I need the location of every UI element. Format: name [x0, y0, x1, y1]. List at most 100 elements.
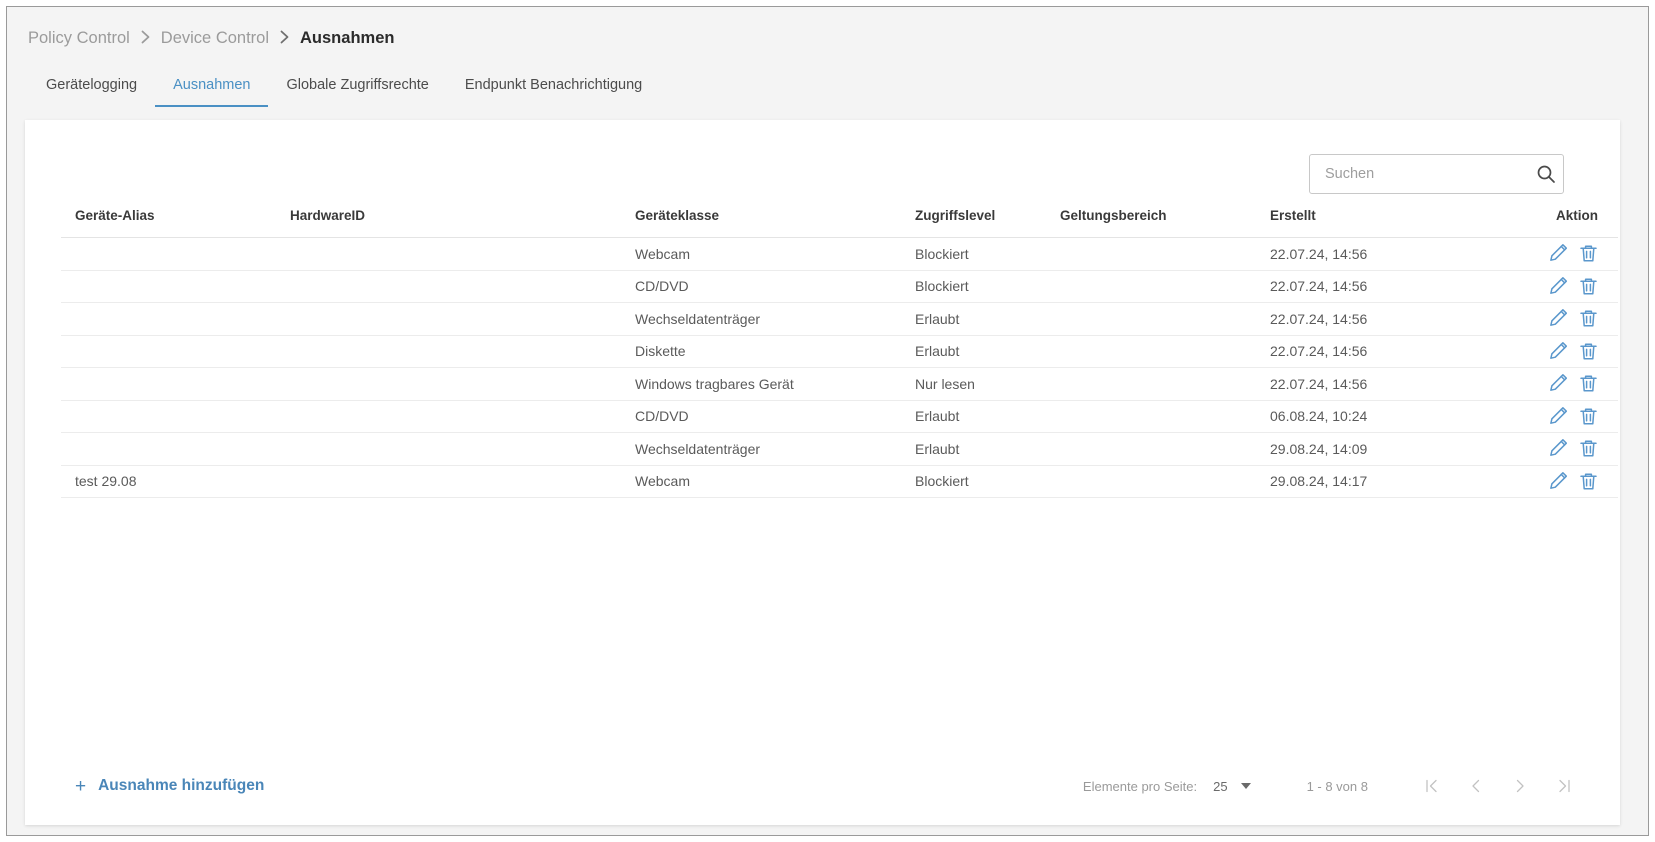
application-window: Policy Control Device Control Ausnahmen … — [6, 6, 1649, 836]
breadcrumb: Policy Control Device Control Ausnahmen — [28, 25, 394, 51]
edit-pencil-icon[interactable] — [1548, 309, 1567, 328]
search-box[interactable] — [1309, 154, 1564, 194]
cell-geltungsbereich — [1060, 400, 1270, 433]
table-row[interactable]: CD/DVD Blockiert 22.07.24, 14:56 — [61, 270, 1618, 303]
row-action-group — [1475, 341, 1598, 361]
delete-trash-icon[interactable] — [1579, 472, 1598, 491]
cell-hardwareid — [290, 237, 635, 271]
tab-ausnahmen[interactable]: Ausnahmen — [155, 69, 269, 107]
delete-trash-icon[interactable] — [1579, 407, 1598, 426]
first-page-icon[interactable] — [1422, 775, 1442, 797]
cell-geraete-alias — [61, 302, 290, 336]
cell-zugriffslevel: Erlaubt — [915, 335, 1060, 368]
cell-geraete-alias — [61, 237, 290, 271]
row-action-group — [1475, 439, 1598, 458]
cell-geraete-alias — [61, 367, 290, 401]
table-body: Webcam Blockiert 22.07.24, 14:56 CD/DVD Bloc… — [61, 237, 1618, 498]
cell-aktion — [1475, 367, 1618, 401]
delete-trash-icon[interactable] — [1579, 374, 1598, 393]
cell-erstellt: 22.07.24, 14:56 — [1270, 237, 1475, 271]
table-row[interactable]: CD/DVD Erlaubt 06.08.24, 10:24 — [61, 400, 1618, 433]
cell-zugriffslevel: Erlaubt — [915, 400, 1060, 433]
previous-page-icon[interactable] — [1466, 775, 1486, 797]
cell-geraete-alias — [61, 270, 290, 303]
cell-zugriffslevel: Nur lesen — [915, 367, 1060, 401]
table-row[interactable]: Windows tragbares Gerät Nur lesen 22.07.24… — [61, 367, 1618, 401]
edit-pencil-icon[interactable] — [1548, 341, 1567, 361]
delete-trash-icon[interactable] — [1579, 277, 1598, 296]
cell-geraeteklasse: CD/DVD — [635, 270, 915, 303]
cell-geraeteklasse: Windows tragbares Gerät — [635, 367, 915, 401]
table-header: Geräte-Alias HardwareID Geräteklasse Zug… — [61, 208, 1618, 238]
cell-zugriffslevel: Blockiert — [915, 237, 1060, 271]
tab-bar: Gerätelogging Ausnahmen Globale Zugriffs… — [28, 69, 660, 113]
add-exception-label: Ausnahme hinzufügen — [98, 777, 265, 794]
cell-geltungsbereich — [1060, 237, 1270, 271]
cell-zugriffslevel: Blockiert — [915, 270, 1060, 303]
cell-geltungsbereich — [1060, 465, 1270, 498]
cell-geraeteklasse: Webcam — [635, 237, 915, 271]
plus-icon: + — [75, 775, 87, 797]
row-action-group — [1475, 309, 1598, 328]
delete-trash-icon[interactable] — [1579, 244, 1598, 263]
cell-erstellt: 29.08.24, 14:09 — [1270, 432, 1475, 466]
tab-geraetelogging[interactable]: Gerätelogging — [28, 69, 155, 107]
column-header-geraeteklasse: Geräteklasse — [635, 208, 915, 238]
cell-geltungsbereich — [1060, 367, 1270, 401]
table-row[interactable]: Wechseldatenträger Erlaubt 29.08.24, 14:09 — [61, 432, 1618, 466]
cell-hardwareid — [290, 270, 635, 303]
next-page-icon[interactable] — [1510, 775, 1530, 797]
cell-aktion — [1475, 400, 1618, 433]
cell-aktion — [1475, 237, 1618, 271]
cell-geraete-alias — [61, 335, 290, 368]
last-page-icon[interactable] — [1554, 775, 1574, 797]
add-exception-button[interactable]: + Ausnahme hinzufügen — [75, 769, 264, 803]
edit-pencil-icon[interactable] — [1548, 406, 1567, 426]
column-header-hardwareid: HardwareID — [290, 208, 635, 238]
chevron-down-icon — [1240, 783, 1251, 789]
cell-aktion — [1475, 465, 1618, 498]
edit-pencil-icon[interactable] — [1548, 276, 1567, 296]
cell-zugriffslevel: Erlaubt — [915, 432, 1060, 466]
cell-hardwareid — [290, 302, 635, 336]
column-header-geltungsbereich: Geltungsbereich — [1060, 208, 1270, 238]
search-input[interactable] — [1310, 166, 1529, 182]
column-header-geraete-alias: Geräte-Alias — [61, 208, 290, 238]
table-row[interactable]: Diskette Erlaubt 22.07.24, 14:56 — [61, 335, 1618, 368]
exceptions-table: Geräte-Alias HardwareID Geräteklasse Zug… — [61, 208, 1618, 498]
edit-pencil-icon[interactable] — [1548, 374, 1567, 393]
items-per-page-select[interactable]: 25 — [1213, 779, 1251, 794]
cell-hardwareid — [290, 400, 635, 433]
items-per-page-label: Elemente pro Seite: — [1082, 778, 1198, 794]
cell-hardwareid — [290, 465, 635, 498]
delete-trash-icon[interactable] — [1579, 342, 1598, 361]
cell-erstellt: 22.07.24, 14:56 — [1270, 270, 1475, 303]
delete-trash-icon[interactable] — [1579, 309, 1598, 328]
cell-erstellt: 22.07.24, 14:56 — [1270, 302, 1475, 336]
edit-pencil-icon[interactable] — [1548, 439, 1567, 458]
cell-zugriffslevel: Blockiert — [915, 465, 1060, 498]
edit-pencil-icon[interactable] — [1548, 471, 1567, 491]
search-icon[interactable] — [1529, 164, 1563, 184]
table-row[interactable]: Webcam Blockiert 22.07.24, 14:56 — [61, 237, 1618, 271]
breadcrumb-item-device-control[interactable]: Device Control — [161, 29, 269, 48]
table-footer: + Ausnahme hinzufügen Elemente pro Seite… — [25, 769, 1620, 803]
cell-aktion — [1475, 335, 1618, 368]
delete-trash-icon[interactable] — [1579, 439, 1598, 458]
edit-pencil-icon[interactable] — [1548, 244, 1567, 263]
cell-geraeteklasse: Webcam — [635, 465, 915, 498]
table-row[interactable]: Wechseldatenträger Erlaubt 22.07.24, 14:56 — [61, 302, 1618, 336]
table-row[interactable]: test 29.08 Webcam Blockiert 29.08.24, 14:17 — [61, 465, 1618, 498]
cell-aktion — [1475, 302, 1618, 336]
column-header-erstellt: Erstellt — [1270, 208, 1475, 238]
content-card: Geräte-Alias HardwareID Geräteklasse Zug… — [25, 120, 1620, 825]
tab-endpunkt-benachrichtigung[interactable]: Endpunkt Benachrichtigung — [447, 69, 660, 107]
cell-geraete-alias — [61, 432, 290, 466]
cell-aktion — [1475, 432, 1618, 466]
breadcrumb-item-policy-control[interactable]: Policy Control — [28, 29, 130, 48]
cell-geraeteklasse: Wechseldatenträger — [635, 302, 915, 336]
chevron-right-icon — [141, 30, 150, 44]
cell-erstellt: 22.07.24, 14:56 — [1270, 335, 1475, 368]
cell-erstellt: 06.08.24, 10:24 — [1270, 400, 1475, 433]
tab-globale-zugriffsrechte[interactable]: Globale Zugriffsrechte — [268, 69, 446, 107]
